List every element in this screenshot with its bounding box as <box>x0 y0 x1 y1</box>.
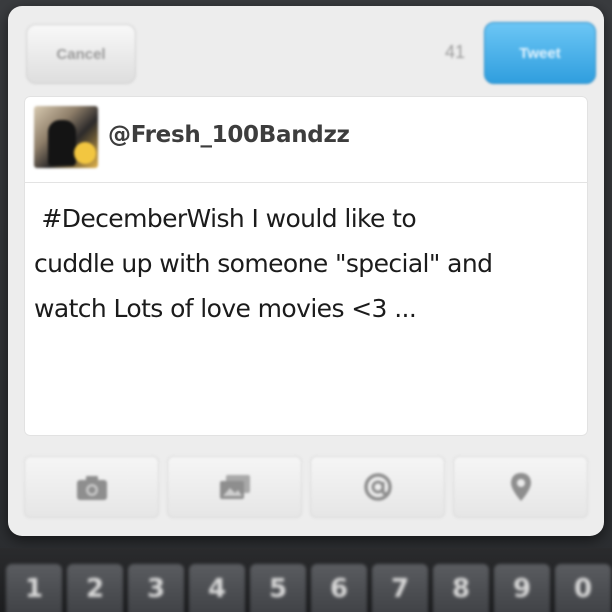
key-9[interactable]: 9 <box>494 564 550 612</box>
screen: Cancel 41 Tweet @Fresh_100Bandzz #Decemb… <box>0 0 612 612</box>
camera-icon <box>76 476 107 500</box>
compose-card[interactable]: @Fresh_100Bandzz #DecemberWish I would l… <box>24 96 588 436</box>
compose-topbar: Cancel 41 Tweet <box>8 6 604 96</box>
gallery-icon <box>219 475 250 499</box>
location-pin-icon <box>510 473 531 501</box>
key-4[interactable]: 4 <box>189 564 245 612</box>
compose-toolbar <box>24 456 588 518</box>
key-0[interactable]: 0 <box>555 564 611 612</box>
camera-button[interactable] <box>24 456 159 518</box>
number-key-row: 1234567890 <box>6 564 611 612</box>
key-8[interactable]: 8 <box>433 564 489 612</box>
compose-dialog: Cancel 41 Tweet @Fresh_100Bandzz #Decemb… <box>8 6 604 536</box>
key-2[interactable]: 2 <box>67 564 123 612</box>
author-handle: @Fresh_100Bandzz <box>108 122 350 148</box>
author-row: @Fresh_100Bandzz <box>24 96 588 183</box>
key-3[interactable]: 3 <box>128 564 184 612</box>
mention-button[interactable] <box>310 456 445 518</box>
at-mention-icon <box>363 473 392 501</box>
avatar <box>34 106 98 168</box>
key-5[interactable]: 5 <box>250 564 306 612</box>
key-1[interactable]: 1 <box>6 564 62 612</box>
keyboard: 1234567890 <box>0 548 612 612</box>
character-count: 41 <box>444 42 466 62</box>
gallery-button[interactable] <box>167 456 302 518</box>
location-button[interactable] <box>453 456 588 518</box>
tweet-button[interactable]: Tweet <box>484 22 596 84</box>
key-6[interactable]: 6 <box>311 564 367 612</box>
key-7[interactable]: 7 <box>372 564 428 612</box>
tweet-text-input[interactable]: #DecemberWish I would like to cuddle up … <box>34 196 578 331</box>
cancel-button[interactable]: Cancel <box>26 24 136 84</box>
